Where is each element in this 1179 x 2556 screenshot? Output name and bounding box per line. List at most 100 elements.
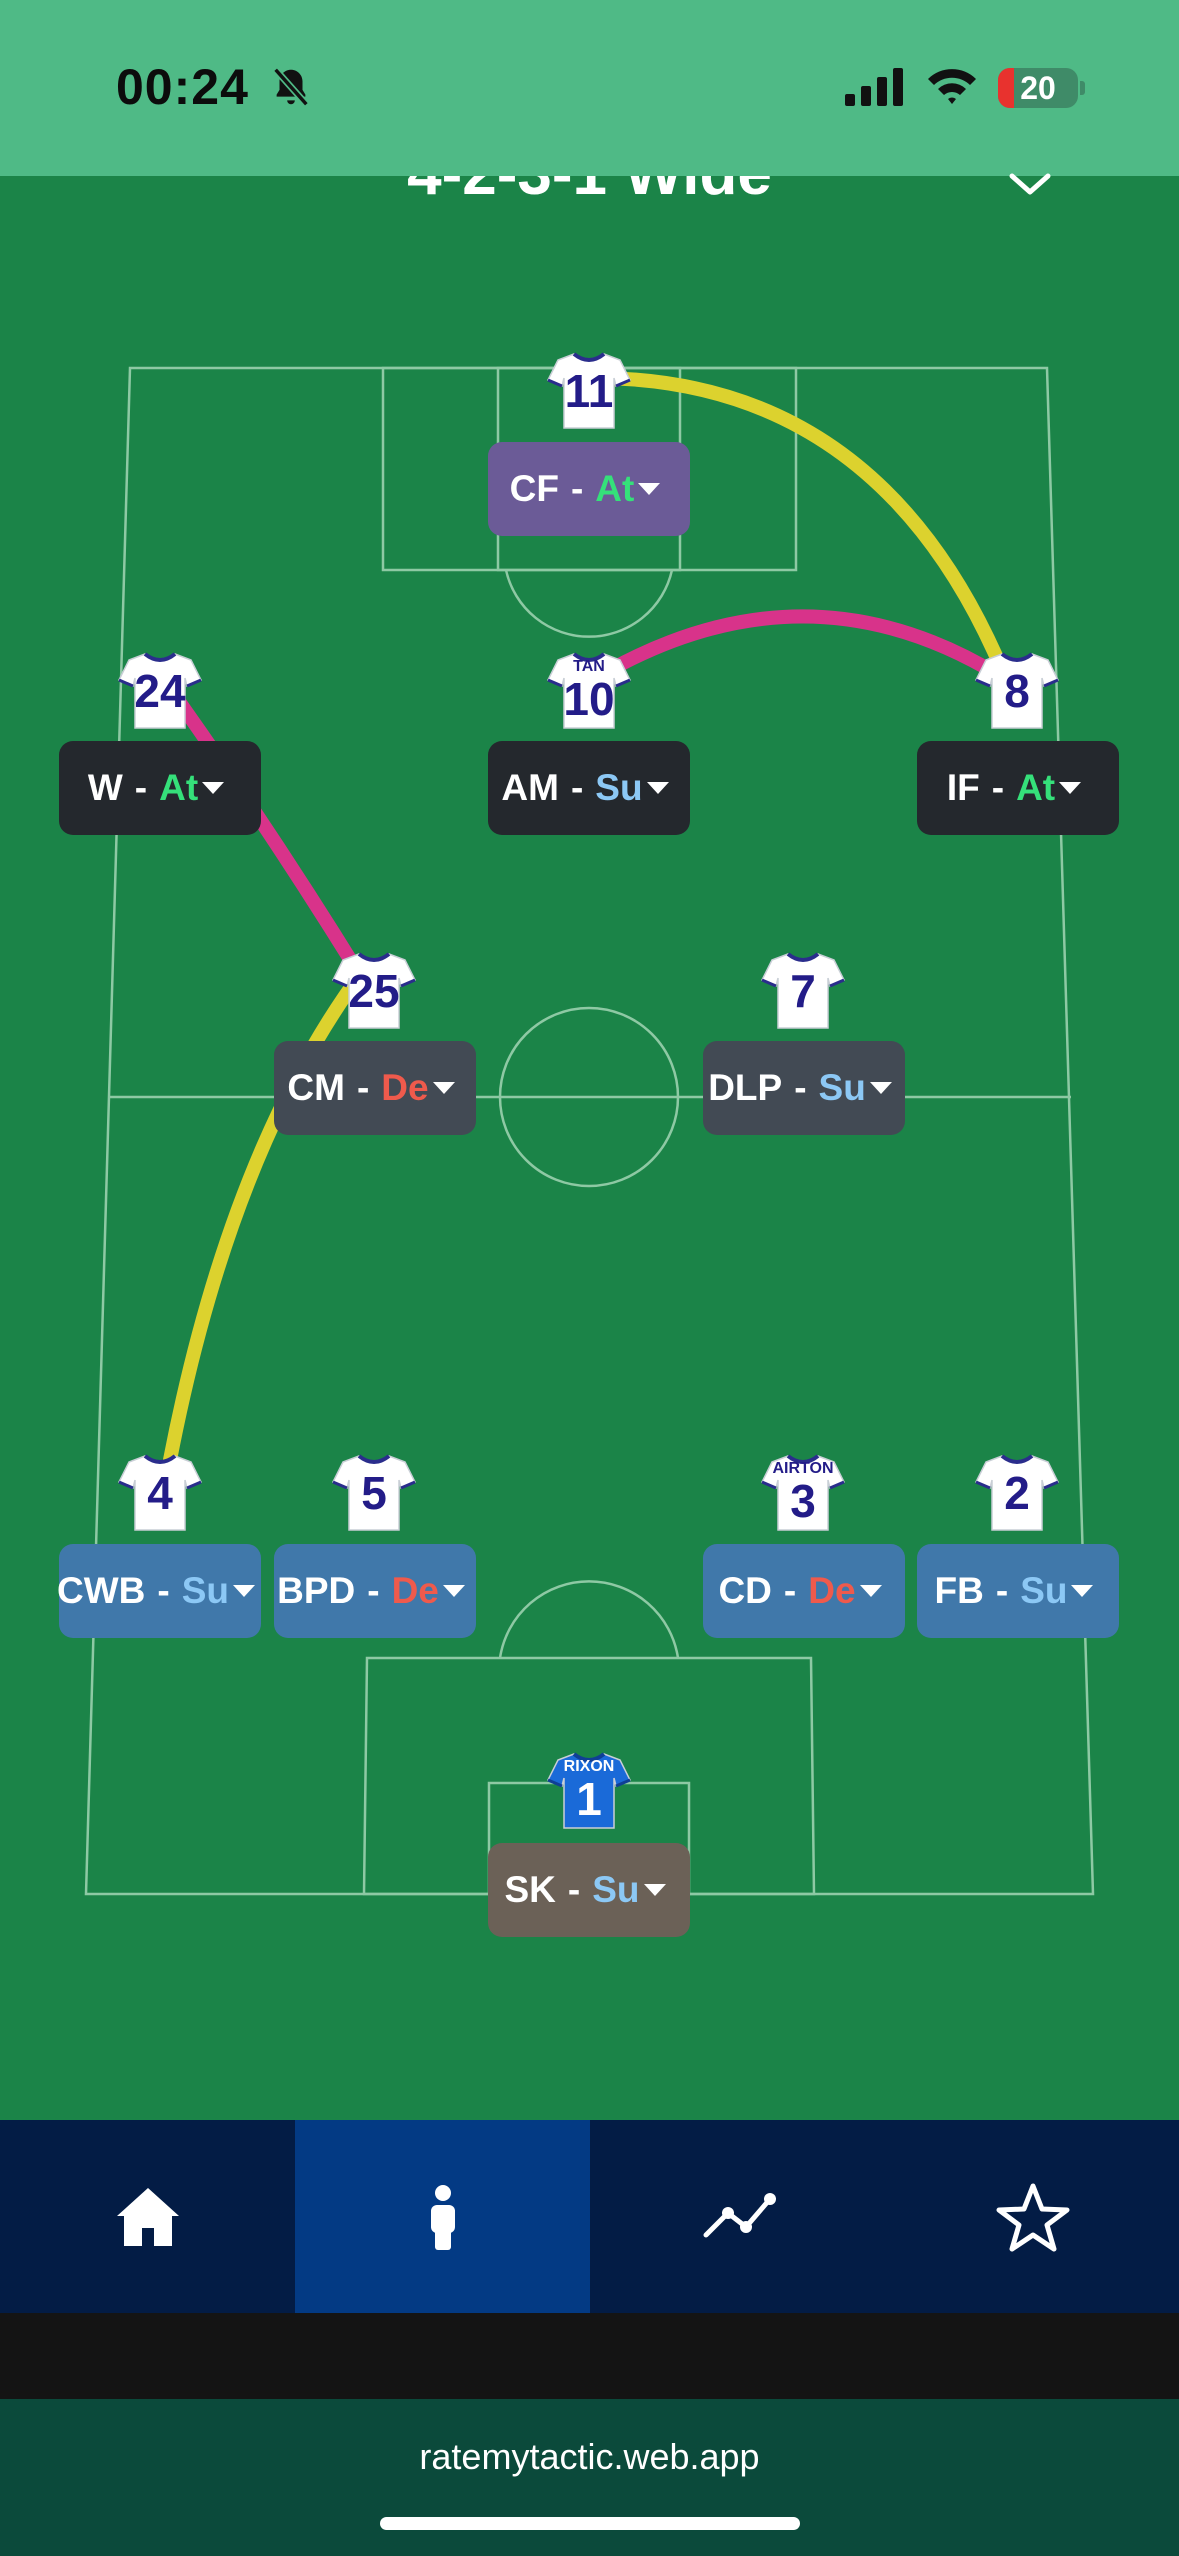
player-shirt-10[interactable]: 10 TAN	[546, 650, 632, 730]
role-separator: -	[356, 1067, 370, 1108]
dropdown-caret-icon	[202, 782, 225, 794]
role-label: IF	[946, 767, 980, 808]
role-label: W	[87, 767, 123, 808]
role-button-25[interactable]: CM - De	[274, 1041, 476, 1135]
duty-label: Su	[181, 1570, 229, 1611]
role-button-7[interactable]: DLP - Su	[703, 1041, 905, 1135]
role-button-11[interactable]: CF - At	[488, 442, 690, 536]
role-separator: -	[567, 1869, 581, 1910]
role-label: CF	[509, 468, 559, 509]
dropdown-caret-icon	[859, 1585, 882, 1597]
shirt-number: 5	[361, 1467, 387, 1519]
role-button-2[interactable]: FB - Su	[917, 1544, 1119, 1638]
shirt-number: 1	[576, 1773, 602, 1825]
shirt-number: 4	[147, 1467, 173, 1519]
role-button-5[interactable]: BPD - De	[274, 1544, 476, 1638]
shirt-number: 3	[790, 1475, 816, 1527]
player-shirt-25[interactable]: 25	[331, 950, 417, 1030]
link-10-8	[603, 609, 1007, 683]
player-shirt-2[interactable]: 2	[974, 1452, 1060, 1532]
player-shirt-4[interactable]: 4	[117, 1452, 203, 1532]
dropdown-caret-icon	[638, 483, 661, 495]
dropdown-caret-icon	[869, 1082, 892, 1094]
player-shirt-11[interactable]: 11	[546, 350, 632, 430]
role-separator: -	[794, 1067, 807, 1108]
duty-label: Su	[595, 767, 643, 808]
pitch-outline	[84, 366, 1095, 1896]
role-label: CD	[718, 1570, 772, 1611]
person-icon	[430, 2184, 455, 2250]
nav-home[interactable]	[0, 2120, 295, 2313]
shirt-number: 24	[134, 665, 186, 717]
role-separator: -	[991, 767, 1005, 808]
star-icon	[996, 2183, 1069, 2251]
shirt-number: 2	[1004, 1467, 1030, 1519]
browser-url[interactable]: ratemytactic.web.app	[0, 2436, 1179, 2478]
battery-level: 20	[1020, 70, 1056, 106]
top-penalty-arc	[504, 569, 674, 638]
role-button-24[interactable]: W - At	[59, 741, 261, 835]
role-label: FB	[934, 1570, 984, 1611]
duty-label: At	[1016, 767, 1056, 808]
duty-label: Su	[818, 1067, 866, 1108]
silent-bell-icon	[273, 67, 309, 107]
player-shirt-3[interactable]: 3 AIRTON	[760, 1452, 846, 1532]
role-button-10[interactable]: AM - Su	[488, 741, 690, 835]
battery-indicator: 20	[998, 68, 1078, 108]
app: 00:24 20 4-2-3-1 Wide 11CF-At24W-At10TAN…	[0, 0, 1179, 2556]
bottom-nav	[0, 2120, 1179, 2313]
wifi-icon	[928, 69, 976, 104]
home-indicator[interactable]	[380, 2517, 800, 2530]
shirt-name: RIXON	[563, 1758, 615, 1775]
status-bar: 00:24 20	[0, 0, 1179, 176]
duty-label: De	[808, 1570, 856, 1611]
chevron-down-icon[interactable]	[1006, 170, 1054, 200]
nav-tactic[interactable]	[295, 2120, 590, 2313]
dropdown-caret-icon	[233, 1585, 255, 1597]
duty-label: De	[391, 1570, 439, 1611]
role-button-8[interactable]: IF - At	[917, 741, 1119, 835]
duty-label: Su	[1020, 1570, 1068, 1611]
role-separator: -	[367, 1570, 380, 1611]
shirt-number: 25	[348, 965, 400, 1017]
role-button-1[interactable]: SK - Su	[488, 1843, 690, 1937]
role-label: DLP	[708, 1067, 783, 1108]
duty-label: De	[381, 1067, 429, 1108]
role-separator: -	[157, 1570, 170, 1611]
nav-favorites[interactable]	[885, 2120, 1179, 2313]
player-shirt-8[interactable]: 8	[974, 650, 1060, 730]
shirt-name: TAN	[573, 658, 605, 675]
system-bar	[0, 2313, 1179, 2399]
player-shirt-24[interactable]: 24	[117, 650, 203, 730]
role-separator: -	[570, 767, 584, 808]
role-label: BPD	[277, 1570, 356, 1611]
dropdown-caret-icon	[442, 1585, 465, 1597]
battery-tip	[1080, 81, 1085, 95]
role-button-4[interactable]: CWB - Su	[57, 1544, 261, 1638]
role-button-3[interactable]: CD - De	[703, 1544, 905, 1638]
dropdown-caret-icon	[646, 782, 669, 794]
status-time: 00:24	[116, 59, 249, 115]
role-label: SK	[504, 1869, 556, 1910]
role-label: CM	[287, 1067, 345, 1108]
stats-icon	[703, 2192, 776, 2237]
bottom-penalty-arc	[498, 1580, 680, 1659]
role-label: CWB	[57, 1570, 146, 1611]
cellular-signal-icon	[845, 68, 903, 106]
player-shirt-1[interactable]: 1 RIXON	[546, 1750, 632, 1830]
player-shirt-5[interactable]: 5	[331, 1452, 417, 1532]
role-separator: -	[570, 468, 584, 509]
pitch-markings	[84, 366, 1095, 1896]
dropdown-caret-icon	[1071, 1585, 1094, 1597]
duty-label: Su	[592, 1869, 640, 1910]
dropdown-caret-icon	[432, 1082, 455, 1094]
player-shirt-7[interactable]: 7	[760, 950, 846, 1030]
shirt-number: 7	[790, 965, 816, 1017]
role-separator: -	[134, 767, 148, 808]
shirt-number: 10	[563, 673, 615, 725]
home-icon	[116, 2187, 179, 2246]
nav-stats[interactable]	[590, 2120, 885, 2313]
role-separator: -	[783, 1570, 797, 1611]
dropdown-caret-icon	[1059, 782, 1082, 794]
duty-label: At	[159, 767, 199, 808]
